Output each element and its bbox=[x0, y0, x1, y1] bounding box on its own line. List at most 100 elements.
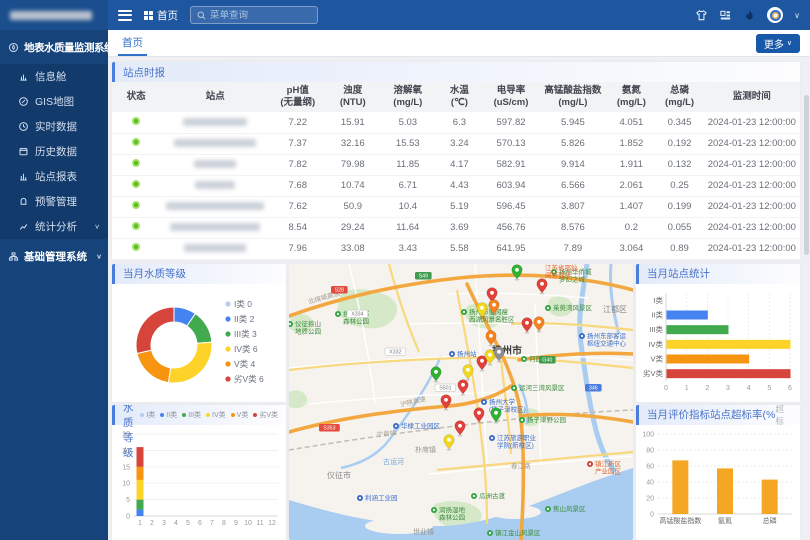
sidebar-item-info[interactable]: 信息舱 bbox=[0, 64, 108, 89]
table-row[interactable]: 7.6810.746.714.43603.946.5662.0610.25202… bbox=[112, 175, 800, 196]
sitemap-icon bbox=[8, 251, 19, 262]
table-header: 状态站点pH值(无量纲)浊度(NTU)溶解氧(mg/L)水温(℃)电导率(uS/… bbox=[112, 82, 800, 112]
svg-text:森林公园: 森林公园 bbox=[343, 316, 369, 325]
table-cell: 7.68 bbox=[270, 175, 325, 196]
report-icon bbox=[18, 171, 29, 182]
tabbar: 首页 更多 ∨ bbox=[108, 30, 810, 57]
year-grade-legend: I类II类III类IV类V类劣V类 bbox=[140, 410, 278, 420]
map-label: 华棣工业园区 bbox=[393, 421, 441, 430]
sidebar-item-gis-map[interactable]: GIS地图 bbox=[0, 89, 108, 114]
svg-text:8: 8 bbox=[222, 520, 226, 527]
apps-grid-icon bbox=[144, 11, 153, 20]
svg-text:茱萸湾风景区: 茱萸湾风景区 bbox=[553, 303, 593, 312]
table-cell: 7.37 bbox=[270, 133, 325, 154]
svg-text:III类 3: III类 3 bbox=[234, 329, 257, 339]
table-cell: 11.85 bbox=[380, 154, 435, 175]
table-cell: 7.96 bbox=[270, 238, 325, 259]
vertical-scrollbar[interactable] bbox=[804, 95, 809, 255]
user-menu-caret-icon[interactable]: ∨ bbox=[794, 11, 800, 20]
svg-text:扬州站: 扬州站 bbox=[457, 349, 477, 358]
svg-text:华棣工业园区: 华棣工业园区 bbox=[401, 421, 441, 430]
breadcrumb-home[interactable]: 首页 bbox=[144, 8, 178, 23]
search-input[interactable] bbox=[210, 10, 311, 21]
svg-text:II类: II类 bbox=[651, 309, 663, 319]
svg-text:80: 80 bbox=[646, 447, 654, 454]
svg-text:6: 6 bbox=[198, 520, 202, 527]
station-name-redacted bbox=[195, 181, 235, 189]
svg-text:利涵工业园: 利涵工业园 bbox=[365, 493, 398, 502]
sidebar-item-history-data[interactable]: 历史数据 bbox=[0, 139, 108, 164]
table-cell: 10.4 bbox=[380, 196, 435, 217]
sidebar-group-water-system[interactable]: 地表水质量监测系统 ∧ bbox=[0, 30, 108, 64]
monitor-time-cell: 2024-01-23 12:00:00 bbox=[704, 175, 800, 196]
svg-text:扬州大学: 扬州大学 bbox=[489, 397, 516, 406]
station-name-redacted bbox=[166, 202, 264, 210]
svg-text:4: 4 bbox=[174, 520, 178, 527]
svg-text:60: 60 bbox=[646, 463, 654, 470]
month-station-panel: 当月站点统计 0123456I类II类III类IV类V类劣V类 bbox=[636, 264, 800, 402]
svg-text:5: 5 bbox=[186, 520, 190, 527]
svg-text:0: 0 bbox=[650, 511, 654, 518]
svg-text:江都区: 江都区 bbox=[603, 305, 627, 314]
theme-skin-icon[interactable] bbox=[695, 9, 708, 22]
station-table: 状态站点pH值(无量纲)浊度(NTU)溶解氧(mg/L)水温(℃)电导率(uS/… bbox=[112, 82, 800, 260]
month-station-bar-chart: 0123456I类II类III类IV类V类劣V类 bbox=[636, 284, 800, 402]
topbar: 首页 ∨ bbox=[108, 0, 810, 30]
table-cell: 7.89 bbox=[539, 238, 608, 259]
table-cell: 6.71 bbox=[380, 175, 435, 196]
svg-text:6: 6 bbox=[788, 385, 792, 392]
svg-text:1: 1 bbox=[685, 385, 689, 392]
table-row[interactable]: 7.6250.910.45.19596.453.8071.4070.199202… bbox=[112, 196, 800, 217]
table-cell: 50.9 bbox=[325, 196, 380, 217]
gis-map[interactable]: 扬州市江都区仪征市朴席镇世业镇扬州西郊森林公园仪征捺山地质公园茱萸湾风景区扬州市… bbox=[289, 264, 633, 540]
sidebar-item-alert-management[interactable]: 预警管理 bbox=[0, 189, 108, 214]
table-cell: 3.064 bbox=[607, 238, 655, 259]
table-cell: 603.94 bbox=[483, 175, 538, 196]
table-cell: 1.911 bbox=[607, 154, 655, 175]
panel-title-year-grade: 全年水质等级 I类II类III类IV类V类劣V类 bbox=[112, 405, 286, 425]
monitor-time-cell: 2024-01-23 12:00:00 bbox=[704, 196, 800, 217]
menu-search[interactable] bbox=[190, 6, 318, 24]
table-cell: 7.62 bbox=[270, 196, 325, 217]
svg-text:仪征市: 仪征市 bbox=[327, 470, 351, 480]
table-row[interactable]: 7.3732.1615.533.24570.135.8261.8520.1922… bbox=[112, 133, 800, 154]
table-row[interactable]: 7.2215.915.036.3597.825.9454.0510.345202… bbox=[112, 112, 800, 133]
hamburger-menu-icon[interactable] bbox=[118, 10, 132, 21]
exceed-legend-hint: 超标 bbox=[775, 405, 792, 427]
table-cell: 1.407 bbox=[607, 196, 655, 217]
sidebar-item-statistics[interactable]: 统计分析 ∨ bbox=[0, 214, 108, 239]
table-cell: 596.45 bbox=[483, 196, 538, 217]
more-button[interactable]: 更多 ∨ bbox=[756, 34, 800, 53]
svg-text:劣V类: 劣V类 bbox=[643, 368, 664, 378]
svg-text:闸管理所: 闸管理所 bbox=[545, 270, 572, 279]
table-cell: 456.76 bbox=[483, 217, 538, 238]
table-cell: 6.566 bbox=[539, 175, 608, 196]
svg-text:IV类 6: IV类 6 bbox=[234, 344, 258, 354]
svg-text:II类 2: II类 2 bbox=[234, 314, 255, 324]
compass-icon bbox=[18, 96, 29, 107]
layout-size-icon[interactable] bbox=[719, 9, 732, 22]
fullscreen-flame-icon[interactable] bbox=[743, 9, 756, 22]
map-label: 春江路 bbox=[511, 461, 531, 470]
table-row[interactable]: 8.5429.2411.643.69456.768.5760.20.055202… bbox=[112, 217, 800, 238]
sidebar-item-station-report[interactable]: 站点报表 bbox=[0, 164, 108, 189]
table-cell: 5.826 bbox=[539, 133, 608, 154]
column-header: 电导率(uS/cm) bbox=[483, 82, 538, 112]
table-row[interactable]: 7.9633.083.435.58641.957.893.0640.892024… bbox=[112, 238, 800, 259]
svg-text:11: 11 bbox=[256, 520, 263, 527]
avatar[interactable] bbox=[767, 7, 783, 23]
map-label: 镇江金山风景区 bbox=[487, 528, 541, 537]
dashboard-content: 站点时报 状态站点pH值(无量纲)浊度(NTU)溶解氧(mg/L)水温(℃)电导… bbox=[108, 57, 810, 540]
sidebar-item-realtime-data[interactable]: 实时数据 bbox=[0, 114, 108, 139]
svg-text:V类 4: V类 4 bbox=[234, 359, 256, 369]
column-header: 站点 bbox=[160, 82, 270, 112]
table-cell: 4.17 bbox=[435, 154, 483, 175]
sidebar-group-base-system[interactable]: 基础管理系统 ∨ bbox=[0, 239, 108, 273]
table-cell: 5.945 bbox=[539, 112, 608, 133]
table-row[interactable]: 7.8279.9811.854.17582.919.9141.9110.1322… bbox=[112, 154, 800, 175]
svg-text:仪征捺山: 仪征捺山 bbox=[295, 319, 321, 328]
table-cell: 10.74 bbox=[325, 175, 380, 196]
svg-text:X332: X332 bbox=[389, 349, 401, 355]
table-cell: 2.061 bbox=[607, 175, 655, 196]
tab-home[interactable]: 首页 bbox=[118, 30, 147, 56]
